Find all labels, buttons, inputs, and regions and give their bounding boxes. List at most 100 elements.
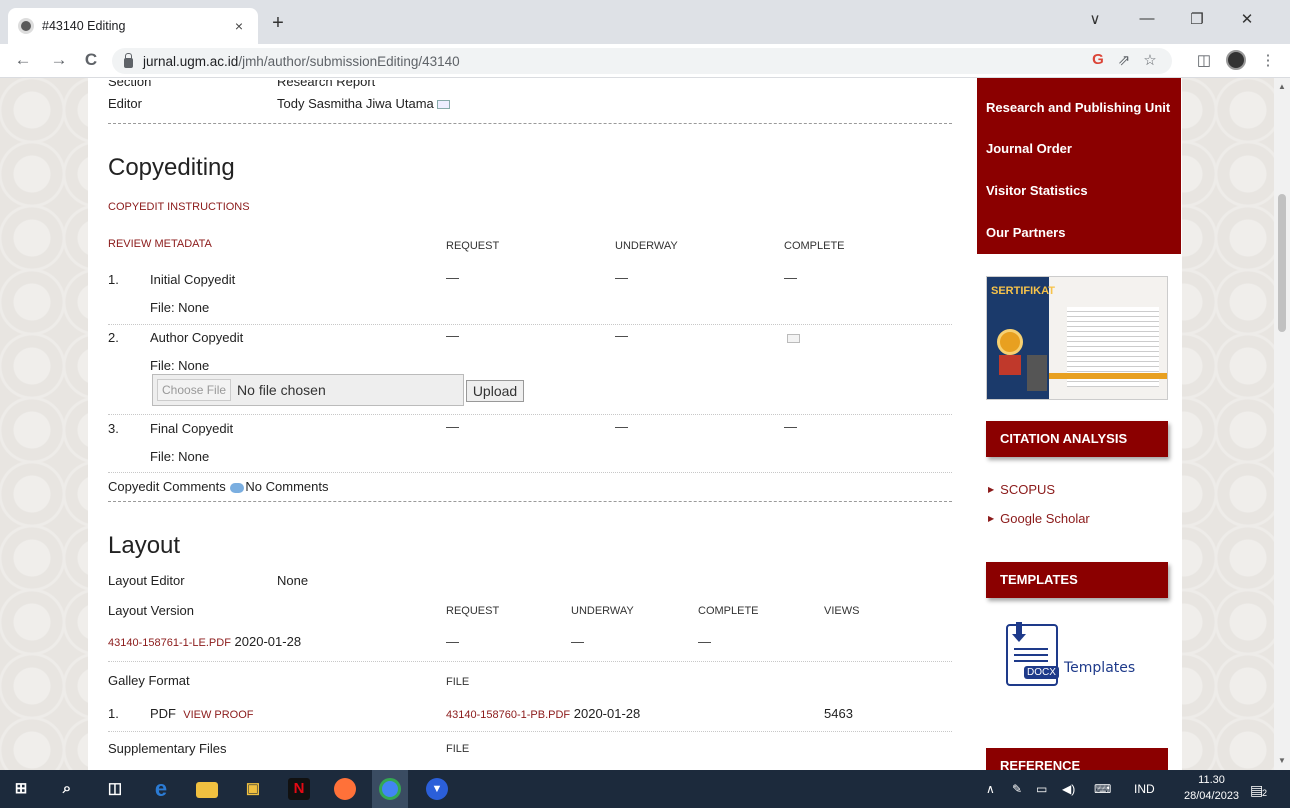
col-complete: COMPLETE (698, 605, 759, 617)
network-icon[interactable]: ▭ (1036, 782, 1047, 796)
view-proof-link[interactable]: VIEW PROOF (183, 709, 253, 721)
doc-line (1014, 660, 1048, 662)
vertical-scrollbar[interactable]: ▲ ▼ (1274, 78, 1290, 770)
templates-link[interactable]: Templates (1064, 660, 1135, 676)
edge-icon[interactable]: e (150, 778, 172, 800)
minimize-button[interactable]: — (1132, 10, 1162, 27)
google-scholar-label[interactable]: Google Scholar (1000, 511, 1090, 526)
windows-start-icon[interactable]: ⊞ (10, 778, 32, 800)
complete-value: — (784, 419, 797, 434)
copyedit-instructions-link[interactable]: COPYEDIT INSTRUCTIONS (108, 201, 250, 213)
galley-file-date: 2020-01-28 (573, 706, 641, 721)
language-indicator[interactable]: IND (1134, 782, 1155, 796)
site-favicon-icon (18, 18, 34, 34)
tab-close-icon[interactable]: × (230, 18, 248, 34)
store-icon[interactable]: ▣ (242, 778, 264, 800)
email-editor-icon[interactable] (436, 100, 450, 110)
url-path: /jmh/author/submissionEditing/43140 (238, 53, 460, 69)
sidebar-item-visitor-statistics[interactable]: Visitor Statistics (986, 183, 1088, 198)
docx-template-icon[interactable]: DOCX (1006, 622, 1059, 686)
copyedit-row-title: Initial Copyedit (150, 272, 236, 287)
file-input[interactable]: Choose File No file chosen (152, 374, 464, 406)
sidebar-item-journal-order[interactable]: Journal Order (986, 141, 1072, 156)
new-tab-button[interactable]: + (266, 12, 290, 35)
share-icon[interactable]: ⇗ (1114, 51, 1134, 69)
complete-email-icon[interactable] (787, 334, 800, 343)
pen-icon[interactable]: ✎ (1012, 782, 1022, 796)
profile-avatar-icon[interactable] (1226, 50, 1246, 70)
restore-button[interactable]: ❐ (1182, 10, 1212, 28)
cert-title: SERTIFIKAT (991, 285, 1055, 297)
windows-taskbar: ⊞ ⌕ ◫ e ▣ N ▼ ∧ ✎ ▭ ◀) ⌨ IND 11.30 28/04… (0, 770, 1290, 808)
request-value: — (446, 270, 459, 285)
browser-tab[interactable]: #43140 Editing × (8, 8, 258, 44)
layout-editor-value: None (277, 573, 309, 588)
scroll-up-icon[interactable]: ▲ (1278, 82, 1286, 91)
task-view-icon[interactable]: ◫ (104, 778, 126, 800)
forward-icon[interactable]: → (48, 50, 70, 70)
layout-version-file-link[interactable]: 43140-158761-1-LE.PDF (108, 637, 231, 649)
lock-icon[interactable] (124, 52, 133, 68)
supplementary-files-label: Supplementary Files (108, 741, 227, 756)
menu-kebab-icon[interactable]: ⋮ (1258, 51, 1278, 69)
scroll-down-icon[interactable]: ▼ (1278, 756, 1286, 765)
volume-icon[interactable]: ◀) (1062, 782, 1075, 796)
layout-heading: Layout (108, 532, 181, 559)
tray-chevron-icon[interactable]: ∧ (986, 782, 995, 796)
citation-link-google-scholar[interactable]: ▶ Google Scholar (988, 511, 1090, 526)
side-panel-icon[interactable]: ◫ (1194, 51, 1214, 69)
reference-heading: REFERENCE (986, 748, 1168, 770)
layout-version-row: 43140-158761-1-LE.PDF 2020-01-28 (108, 634, 301, 649)
col-underway: UNDERWAY (571, 605, 634, 617)
chrome-icon[interactable] (379, 778, 401, 800)
sidebar-item-research-unit[interactable]: Research and Publishing Unit (986, 100, 1170, 115)
cert-gold-band (1049, 373, 1167, 379)
tab-strip: #43140 Editing × + ∨ — ❐ ✕ (0, 0, 1290, 44)
col-file: FILE (446, 676, 470, 688)
taskbar-clock[interactable]: 11.30 28/04/2023 (1184, 772, 1239, 804)
sidebar-item-our-partners[interactable]: Our Partners (986, 225, 1065, 240)
netflix-icon[interactable]: N (288, 778, 310, 800)
comment-bubble-icon[interactable] (230, 482, 245, 493)
copyedit-row-file: File: None (150, 449, 210, 464)
scrollbar-thumb[interactable] (1278, 194, 1286, 332)
search-icon[interactable]: ⌕ (56, 778, 78, 800)
galley-file-link[interactable]: 43140-158760-1-PB.PDF (446, 709, 570, 721)
divider (108, 123, 952, 124)
vpn-icon[interactable]: ▼ (426, 778, 448, 800)
galley-format-label: Galley Format (108, 673, 190, 688)
tab-search-icon[interactable]: ∨ (1080, 10, 1110, 28)
citation-link-scopus[interactable]: ▶ SCOPUS (988, 482, 1055, 497)
copyediting-heading: Copyediting (108, 154, 235, 181)
google-icon[interactable]: G (1088, 51, 1108, 68)
galley-views: 5463 (824, 706, 853, 721)
copyedit-comments-value[interactable]: No Comments (245, 479, 328, 494)
layout-version-label: Layout Version (108, 603, 195, 618)
scopus-label[interactable]: SCOPUS (1000, 482, 1055, 497)
firefox-icon[interactable] (334, 778, 356, 800)
choose-file-button[interactable]: Choose File (157, 379, 232, 401)
upload-button[interactable]: Upload (466, 380, 524, 402)
back-icon[interactable]: ← (12, 50, 34, 70)
address-bar[interactable]: jurnal.ugm.ac.id/jmh/author/submissionEd… (112, 48, 1172, 74)
complete-value: — (698, 634, 711, 649)
url-text: jurnal.ugm.ac.id/jmh/author/submissionEd… (143, 54, 460, 69)
review-metadata-link[interactable]: REVIEW METADATA (108, 238, 212, 250)
underway-value: — (615, 419, 628, 434)
underway-value: — (615, 270, 628, 285)
file-explorer-icon[interactable] (196, 782, 218, 798)
underway-value: — (571, 634, 584, 649)
bullet-icon: ▶ (988, 514, 995, 523)
col-request: REQUEST (446, 605, 500, 617)
col-complete: COMPLETE (784, 240, 845, 252)
reload-icon[interactable]: C (80, 50, 102, 70)
copyedit-comments: Copyedit Comments No Comments (108, 479, 328, 494)
doc-line (1014, 654, 1048, 656)
certificate-image[interactable]: SERTIFIKAT (986, 276, 1168, 400)
bookmark-star-icon[interactable]: ☆ (1140, 51, 1160, 69)
templates-heading: TEMPLATES (986, 562, 1168, 598)
copyedit-row-file: File: None (150, 300, 210, 315)
docx-label: DOCX (1024, 666, 1059, 679)
keyboard-icon[interactable]: ⌨ (1094, 782, 1111, 796)
close-window-button[interactable]: ✕ (1232, 10, 1262, 28)
